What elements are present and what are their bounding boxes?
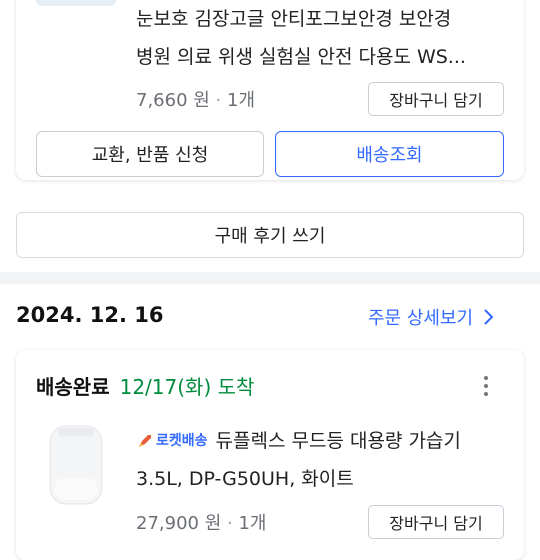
price: 7,660 원 — [136, 90, 210, 111]
product-title-line2[interactable]: 병원 의료 위생 실험실 안전 다용도 WS... — [136, 40, 466, 74]
section-separator — [0, 272, 540, 284]
order-detail-link[interactable]: 주문 상세보기 — [368, 304, 497, 330]
exchange-return-button[interactable]: 교환, 반품 신청 — [36, 131, 264, 177]
quantity: 1개 — [227, 90, 256, 111]
add-to-cart-button[interactable]: 장바구니 담기 — [368, 82, 504, 116]
more-vertical-icon[interactable] — [476, 373, 496, 401]
humidifier-thumbnail[interactable] — [36, 418, 116, 508]
arrival-date: 12/17(화) 도착 — [119, 375, 255, 399]
product2-title: 듀플렉스 무드등 대용량 가습기 — [215, 430, 461, 452]
quantity2: 1개 — [238, 513, 267, 534]
price-dot: · — [215, 90, 227, 111]
status-label: 배송완료 — [36, 375, 110, 399]
price2-dot: · — [227, 513, 239, 534]
add-to-cart-button-2[interactable]: 장바구니 담기 — [368, 505, 504, 539]
delivery-tracking-button[interactable]: 배송조회 — [275, 131, 504, 177]
product2-title-line2[interactable]: 3.5L, DP-G50UH, 화이트 — [136, 462, 354, 496]
write-review-button[interactable]: 구매 후기 쓰기 — [16, 212, 524, 258]
rocket-delivery-label: 로켓배송 — [156, 433, 208, 449]
order-detail-label: 주문 상세보기 — [368, 308, 474, 329]
price2-info: 27,900 원 · 1개 — [136, 509, 266, 535]
product-title-line1[interactable]: 눈보호 김장고글 안티포그보안경 보안경 — [136, 2, 451, 36]
price2: 27,900 원 — [136, 513, 222, 534]
chevron-right-icon — [484, 309, 494, 325]
delivery-status: 배송완료 12/17(화) 도착 — [36, 371, 254, 400]
price-info: 7,660 원 · 1개 — [136, 86, 255, 112]
order-date: 2024. 12. 16 — [16, 303, 164, 327]
product-thumbnail[interactable] — [36, 0, 116, 6]
rocket-icon — [139, 435, 151, 447]
product2-title-line1[interactable]: 로켓배송 듀플렉스 무드등 대용량 가습기 — [136, 424, 461, 458]
